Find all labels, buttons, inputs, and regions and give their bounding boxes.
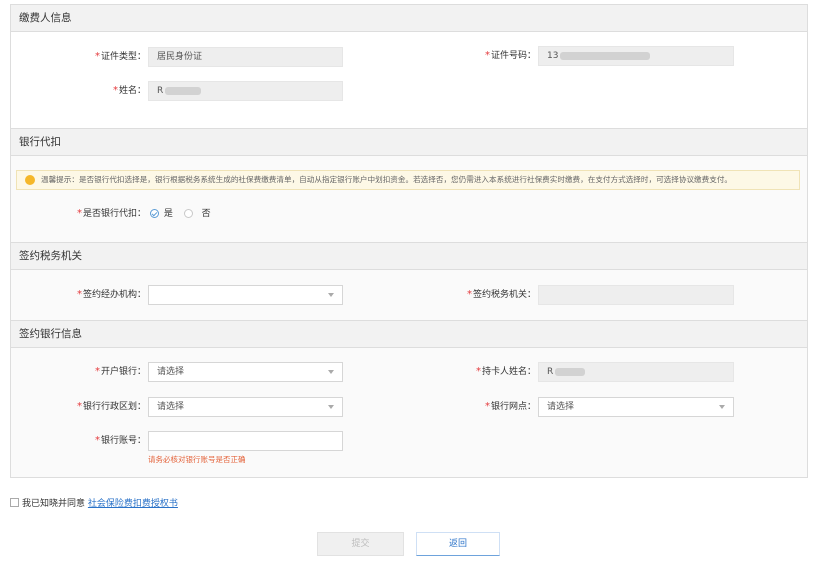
chevron-down-icon	[328, 370, 334, 374]
id-type-label: *证件类型：	[94, 51, 146, 62]
bank-label: *开户银行：	[94, 366, 146, 377]
back-button[interactable]: 返回	[416, 532, 500, 556]
name-label: *姓名：	[112, 85, 146, 96]
warning-icon	[25, 175, 35, 185]
agreement-prefix: 我已知晓并同意	[22, 499, 86, 509]
agreement-checkbox[interactable]	[10, 498, 19, 507]
branch-select[interactable]: 请选择	[538, 397, 734, 417]
holder-label: *持卡人姓名：	[475, 366, 536, 377]
branch-label: *银行网点：	[484, 401, 536, 412]
section-title: 签约银行信息	[19, 328, 82, 340]
radio-no[interactable]	[183, 209, 193, 218]
section-body-bank-deduction	[10, 156, 808, 242]
redacted-blur	[560, 51, 651, 60]
bank-select[interactable]: 请选择	[148, 362, 343, 382]
bank-deduction-radio-group: 是 否	[150, 204, 211, 224]
agency-select[interactable]	[148, 285, 343, 305]
notice-banner: 温馨提示：是否银行代扣选择是，银行根据税务系统生成的社保费缴费清单，自动从指定银…	[16, 170, 800, 190]
account-hint: 请务必核对银行账号是否正确	[148, 455, 246, 464]
radio-yes-label: 是	[163, 209, 173, 219]
agency-label: *签约经办机构：	[76, 289, 146, 300]
name-field: R	[148, 81, 343, 101]
radio-no-label: 否	[201, 209, 211, 219]
tax-office-label: *签约税务机关：	[466, 289, 536, 300]
section-header-bank-deduction: 银行代扣	[10, 128, 808, 156]
id-number-field: 13	[538, 46, 734, 66]
region-label: *银行行政区划：	[76, 401, 146, 412]
authorization-link[interactable]: 社会保险费扣费授权书	[88, 499, 178, 509]
chevron-down-icon	[719, 405, 725, 409]
chevron-down-icon	[328, 405, 334, 409]
holder-field: R	[538, 362, 734, 382]
agreement-text: 我已知晓并同意 社会保险费扣费授权书	[22, 496, 178, 509]
submit-button[interactable]: 提交	[317, 532, 404, 556]
account-label: *银行账号：	[94, 435, 146, 446]
section-title: 缴费人信息	[19, 12, 72, 24]
id-number-label: *证件号码：	[484, 50, 536, 61]
bank-deduction-label: *是否银行代扣：	[76, 208, 146, 219]
account-input[interactable]	[148, 431, 343, 451]
section-header-payer-info: 缴费人信息	[10, 4, 808, 32]
redacted-blur	[555, 367, 586, 376]
notice-text: 温馨提示：是否银行代扣选择是，银行根据税务系统生成的社保费缴费清单，自动从指定银…	[41, 175, 733, 184]
tax-office-field	[538, 285, 734, 305]
section-title: 银行代扣	[19, 136, 61, 148]
radio-yes[interactable]	[150, 209, 159, 218]
chevron-down-icon	[328, 293, 334, 297]
section-title: 签约税务机关	[19, 250, 82, 262]
redacted-blur	[165, 86, 202, 95]
region-select[interactable]: 请选择	[148, 397, 343, 417]
id-type-field: 居民身份证	[148, 47, 343, 67]
section-header-bank-info: 签约银行信息	[10, 320, 808, 348]
section-header-tax-authority: 签约税务机关	[10, 242, 808, 270]
